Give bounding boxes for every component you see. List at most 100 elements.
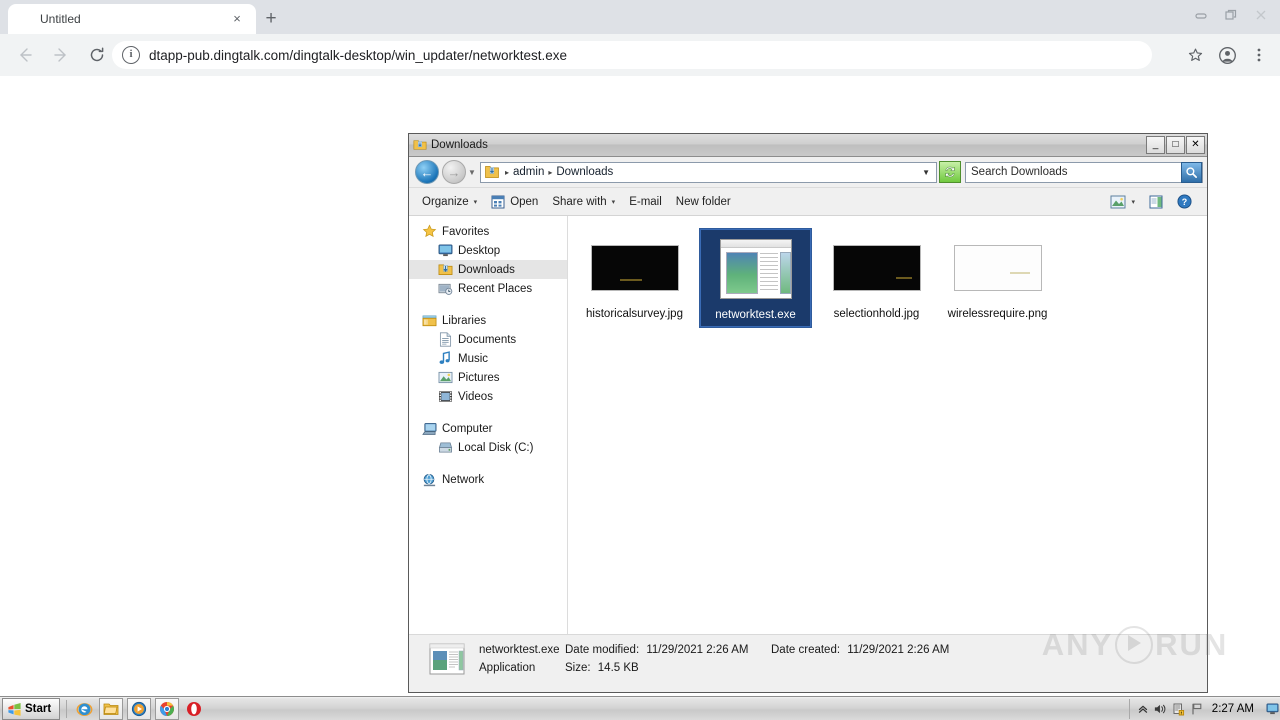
breadcrumb-downloads[interactable]: Downloads (556, 166, 613, 178)
recent-pages-icon[interactable]: ▼ (466, 168, 478, 177)
sidebar-item-music[interactable]: Music (409, 349, 567, 368)
screen: Untitled × + i dtapp-pub.dingtalk.com/di… (0, 0, 1280, 720)
details-pane: networktest.exe Date modified: 11/29/202… (409, 634, 1207, 683)
sidebar-item-videos[interactable]: Videos (409, 387, 567, 406)
file-item-historicalsurvey[interactable]: historicalsurvey.jpg (578, 228, 691, 328)
back-icon[interactable] (10, 40, 40, 70)
chevron-down-icon-2: ▾ (611, 198, 616, 206)
help-button[interactable]: ? (1170, 191, 1199, 213)
details-date-created-label: Date created: (771, 644, 841, 656)
sidebar-item-downloads[interactable]: Downloads (409, 260, 567, 279)
explorer-icon[interactable] (99, 698, 124, 720)
menu-icon[interactable] (1244, 40, 1274, 70)
explorer-address-bar: ← → ▼ ▸ admin ▸ Downloads ▼ Search Downl… (409, 157, 1207, 187)
show-preview-pane-button[interactable] (1142, 191, 1170, 213)
explorer-maximize-button[interactable]: □ (1166, 136, 1185, 154)
sidebar-item-pictures[interactable]: Pictures (409, 368, 567, 387)
explorer-title: Downloads (431, 139, 488, 151)
sidebar-item-recent-places[interactable]: Recent Places (409, 279, 567, 298)
details-date-created-value: 11/29/2021 2:26 AM (847, 644, 950, 656)
details-row-1: networktest.exe Date modified: 11/29/202… (479, 641, 949, 659)
file-item-selectionhold[interactable]: selectionhold.jpg (820, 228, 933, 328)
thumb-wrap (832, 232, 921, 304)
media-player-icon[interactable] (127, 698, 152, 720)
file-item-networktest[interactable]: networktest.exe (699, 228, 812, 328)
email-button[interactable]: E-mail (622, 191, 669, 213)
explorer-close-button[interactable]: ✕ (1186, 136, 1205, 154)
image-thumbnail-light (953, 245, 1042, 291)
explorer-title-bar[interactable]: Downloads _ □ ✕ (409, 134, 1207, 157)
nav-header-libraries[interactable]: Libraries (409, 311, 567, 330)
chevron-down-icon: ▾ (473, 198, 478, 206)
breadcrumb-admin[interactable]: admin (513, 166, 544, 178)
sidebar-item-documents[interactable]: Documents (409, 330, 567, 349)
sidebar-item-local-disk[interactable]: Local Disk (C:) (409, 438, 567, 457)
new-tab-button[interactable]: + (258, 6, 284, 32)
network-flag-icon[interactable] (1188, 700, 1206, 718)
search-input[interactable]: Search Downloads (965, 161, 1203, 183)
show-desktop-button[interactable] (1264, 700, 1280, 718)
star-icon[interactable] (1180, 40, 1210, 70)
breadcrumb-bar[interactable]: ▸ admin ▸ Downloads ▼ (480, 161, 937, 183)
explorer-refresh-button[interactable] (939, 161, 961, 183)
thumb-wrap (953, 232, 1042, 304)
opera-icon[interactable] (183, 699, 205, 719)
browser-tab[interactable]: Untitled × (8, 4, 256, 34)
search-icon[interactable] (1181, 161, 1202, 183)
document-icon (437, 332, 453, 348)
clock[interactable]: 2:27 AM (1212, 703, 1254, 715)
internet-explorer-icon[interactable] (73, 699, 95, 719)
share-with-button[interactable]: Share with ▾ (545, 191, 622, 213)
navigation-pane: Favorites Desktop Downloads Recent Place… (409, 216, 568, 634)
nav-label: Network (442, 473, 485, 486)
open-button[interactable]: Open (484, 191, 545, 213)
nav-label: Favorites (442, 225, 490, 238)
explorer-command-bar-right: ▾ ? (1103, 191, 1201, 213)
breadcrumb-sep-0: ▸ (505, 167, 510, 177)
new-folder-button[interactable]: New folder (669, 191, 738, 213)
explorer-minimize-button[interactable]: _ (1146, 136, 1165, 154)
downloads-icon (437, 262, 453, 278)
tab-close-icon[interactable]: × (230, 12, 244, 26)
change-view-button[interactable]: ▾ (1103, 191, 1142, 213)
show-hidden-icons-button[interactable] (1134, 700, 1152, 718)
address-bar[interactable]: i dtapp-pub.dingtalk.com/dingtalk-deskto… (112, 41, 1152, 69)
restore-icon[interactable] (1216, 1, 1246, 29)
explorer-forward-button[interactable]: → (442, 160, 466, 184)
nav-header-favorites[interactable]: Favorites (409, 222, 567, 241)
file-list-pane[interactable]: historicalsurvey.jpg networktest.exe sel… (568, 216, 1207, 634)
sidebar-item-desktop[interactable]: Desktop (409, 241, 567, 260)
file-name: wirelessrequire.png (947, 308, 1048, 320)
taskbar: Start 2:27 AM (0, 696, 1280, 720)
close-icon[interactable] (1246, 1, 1276, 29)
nav-label: Pictures (458, 371, 500, 384)
music-icon (437, 351, 453, 367)
pictures-icon (437, 370, 453, 386)
details-file-type: Application (479, 662, 536, 674)
explorer-back-button[interactable]: ← (415, 160, 439, 184)
details-row-2: Application Size: 14.5 KB (479, 659, 949, 677)
organize-button[interactable]: Organize ▾ (415, 191, 484, 213)
start-button[interactable]: Start (2, 698, 61, 720)
computer-icon (421, 421, 437, 437)
tab-title: Untitled (40, 12, 81, 26)
nav-header-computer[interactable]: Computer (409, 419, 567, 438)
chrome-icon[interactable] (155, 698, 180, 720)
nav-spacer-3 (409, 457, 567, 470)
breadcrumb-dropdown-icon[interactable]: ▼ (922, 168, 934, 177)
details-date-modified-value: 11/29/2021 2:26 AM (646, 644, 749, 656)
minimize-icon[interactable] (1186, 1, 1216, 29)
site-info-icon[interactable]: i (122, 46, 140, 64)
desktop-icon (437, 243, 453, 259)
forward-icon[interactable] (46, 40, 76, 70)
organize-label: Organize (422, 195, 469, 208)
details-columns: networktest.exe Date modified: 11/29/202… (479, 641, 949, 677)
nav-header-network[interactable]: Network (409, 470, 567, 489)
explorer-content: Favorites Desktop Downloads Recent Place… (409, 215, 1207, 634)
profile-icon[interactable] (1212, 40, 1242, 70)
volume-icon[interactable] (1152, 700, 1170, 718)
action-center-icon[interactable] (1170, 700, 1188, 718)
reload-icon[interactable] (82, 40, 112, 70)
file-item-wirelessrequire[interactable]: wirelessrequire.png (941, 228, 1054, 328)
